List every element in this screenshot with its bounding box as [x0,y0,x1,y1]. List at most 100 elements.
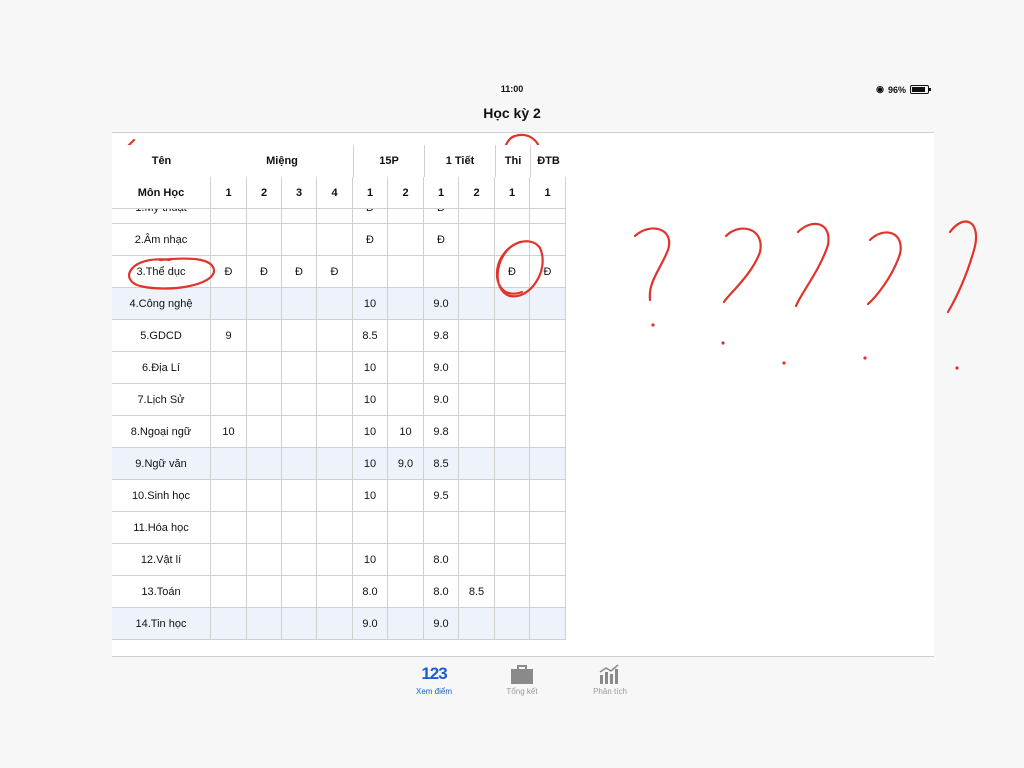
subheader-row: Môn Học 1 2 3 4 1 2 1 2 1 1 [112,177,566,209]
grade-cell [495,288,530,320]
grade-cell [459,544,495,576]
grade-cell [247,224,282,256]
tab-phan-tich[interactable]: Phân tích [580,661,640,696]
grade-cell [424,256,459,288]
grade-cell [495,608,530,640]
subject-name: 8.Ngoại ngữ [112,416,211,448]
grade-cell [388,384,424,416]
header-col-2: 3 [282,177,317,209]
grade-cell [530,320,566,352]
grade-cell [459,256,495,288]
grade-cell [211,224,247,256]
grade-cell [495,576,530,608]
grade-cell: 9.8 [424,416,459,448]
grade-cell [388,608,424,640]
table-row[interactable]: 11.Hóa học [112,512,566,544]
grade-cell [247,512,282,544]
battery-percent: 96% [887,84,906,95]
page-title: Học kỳ 2 [483,105,541,121]
grade-cell [530,448,566,480]
grades-table[interactable]: Tên Miệng 15P 1 Tiết Thi ĐTB 1.Mỹ thuậtĐ… [112,145,566,640]
grade-cell [282,416,317,448]
header-thi: Thi [495,145,530,177]
table-row[interactable]: 14.Tin học 9.0 9.0 [112,608,566,640]
table-row[interactable]: 8.Ngoại ngữ 10 10 10 9.8 [112,416,566,448]
grade-cell [353,512,388,544]
grade-cell [495,320,530,352]
table-row[interactable]: 6.Địa Lí 10 9.0 [112,352,566,384]
grade-cell [211,576,247,608]
grade-cell [247,576,282,608]
tab-xem-diem[interactable]: 123 Xem điểm [404,661,464,696]
grade-cell [317,480,353,512]
grade-cell: 9.0 [388,448,424,480]
grade-cell: 10 [353,480,388,512]
grade-cell [247,608,282,640]
grade-cell [388,288,424,320]
tab-tong-ket[interactable]: Tổng kết [492,661,552,696]
grade-cell: 10 [353,288,388,320]
grade-cell [247,288,282,320]
subject-name: 6.Địa Lí [112,352,211,384]
header-col-3: 4 [317,177,353,209]
tab-label: Tổng kết [506,687,538,696]
grade-cell [459,448,495,480]
table-row[interactable]: 10.Sinh học 10 9.5 [112,480,566,512]
numbers-123-icon: 123 [421,664,447,683]
table-row[interactable]: 5.GDCD 9 8.5 9.8 [112,320,566,352]
grade-cell [495,448,530,480]
subject-name: 10.Sinh học [112,480,211,512]
grade-cell [459,480,495,512]
table-row[interactable]: 3.Thể dục Đ Đ Đ Đ Đ Đ [112,256,566,288]
table-row[interactable]: 13.Toán 8.0 8.0 8.5 [112,576,566,608]
grade-cell: 9 [211,320,247,352]
grade-cell: 8.5 [459,576,495,608]
grade-cell [282,448,317,480]
table-row[interactable]: 4.Công nghệ 10 9.0 [112,288,566,320]
grade-cell: Đ [211,256,247,288]
header-mon-hoc: Môn Học [112,177,211,209]
grade-cell [317,384,353,416]
grade-cell [530,384,566,416]
table-row[interactable]: 12.Vật lí 10 8.0 [112,544,566,576]
table-row[interactable]: 7.Lịch Sử 10 9.0 [112,384,566,416]
grade-cell [459,608,495,640]
grade-cell: 8.0 [353,576,388,608]
grade-cell: 8.0 [424,544,459,576]
header-col-4: 1 [353,177,388,209]
subject-name: 4.Công nghệ [112,288,211,320]
grade-cell [282,608,317,640]
header-col-0: 1 [211,177,247,209]
grade-cell: Đ [353,224,388,256]
table-row[interactable]: 9.Ngữ văn 10 9.0 8.5 [112,448,566,480]
grade-cell [495,480,530,512]
grade-cell: 8.0 [424,576,459,608]
grade-cell: Đ [495,256,530,288]
grade-cell [282,512,317,544]
grade-cell [530,576,566,608]
subject-name: 5.GDCD [112,320,211,352]
grade-cell [495,416,530,448]
grade-cell [530,288,566,320]
subject-name: 3.Thể dục [112,256,211,288]
grade-cell [211,288,247,320]
grade-cell: 9.8 [424,320,459,352]
grade-cell: Đ [530,256,566,288]
grade-cell [495,224,530,256]
subject-name: 9.Ngữ văn [112,448,211,480]
grade-cell [247,352,282,384]
status-bar: 11:00 ◉ 96% [0,82,1024,98]
grade-cell [424,512,459,544]
grade-cell: 10 [353,416,388,448]
grade-cell [459,512,495,544]
grade-cell [388,544,424,576]
header-15p: 15P [353,145,424,177]
table-row[interactable]: 2.Âm nhạc Đ Đ [112,224,566,256]
grade-cell [459,224,495,256]
grade-cell [317,576,353,608]
grade-cell [459,288,495,320]
grade-cell [530,544,566,576]
header-dtb: ĐTB [530,145,566,177]
header-col-9: 1 [530,177,566,209]
chart-icon [580,661,640,687]
